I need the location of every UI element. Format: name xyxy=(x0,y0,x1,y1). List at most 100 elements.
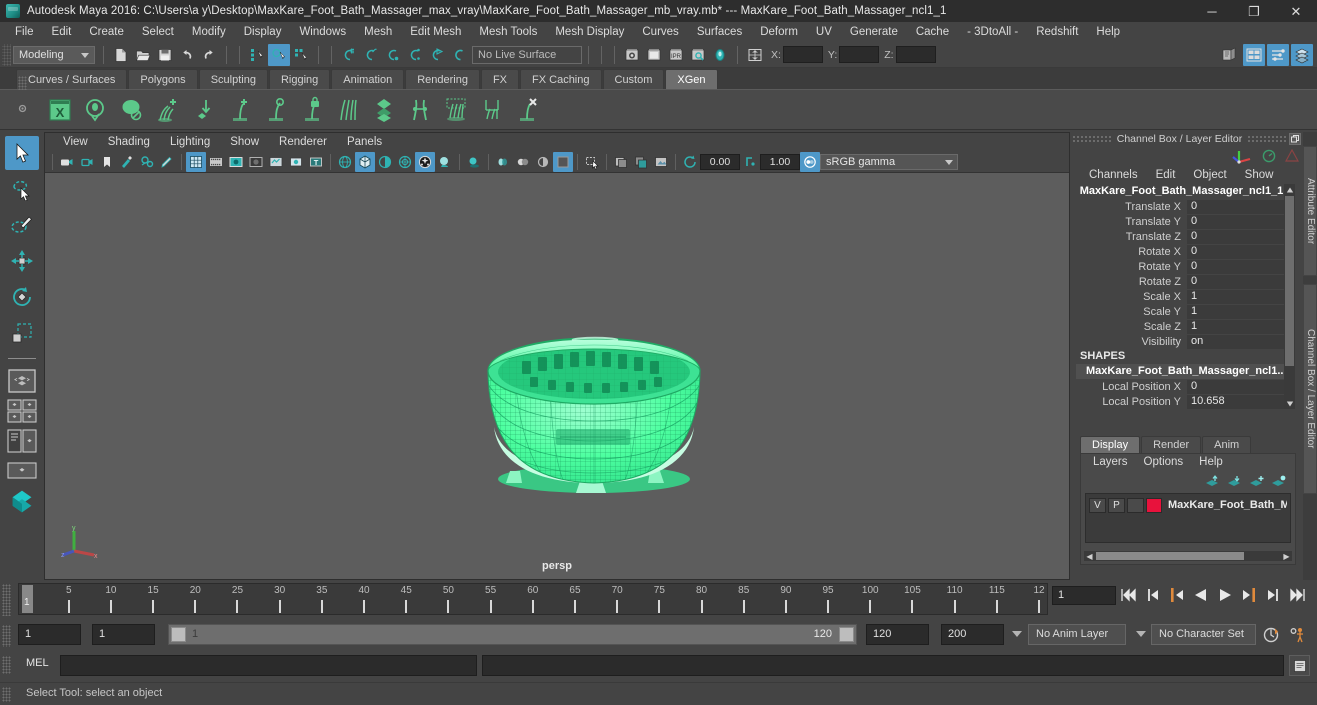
channel-row-scale-y[interactable]: Scale Y 1 xyxy=(1076,304,1287,319)
snap-to-grid-icon[interactable] xyxy=(338,44,360,66)
viewport-capture-icon[interactable] xyxy=(651,152,671,172)
step-forward-frame-icon[interactable] xyxy=(1238,584,1260,606)
anim-layer-selector[interactable]: No Anim Layer xyxy=(1028,624,1126,645)
menu-edit-mesh[interactable]: Edit Mesh xyxy=(401,22,470,42)
layer-tab-anim[interactable]: Anim xyxy=(1202,436,1252,453)
channel-box-menu-show[interactable]: Show xyxy=(1236,166,1283,184)
color-management-icon[interactable] xyxy=(800,151,820,172)
range-slider-grip[interactable] xyxy=(2,625,11,647)
warning-icon[interactable] xyxy=(1285,149,1299,163)
multisample-icon[interactable] xyxy=(513,152,533,172)
shelf-tab-fx[interactable]: FX xyxy=(480,69,520,89)
side-tab-channel-box[interactable]: Channel Box / Layer Editor xyxy=(1303,284,1317,494)
viewport-menu-panels[interactable]: Panels xyxy=(337,133,392,151)
layer-scroll-thumb[interactable] xyxy=(1096,552,1244,560)
camera-attributes-icon[interactable] xyxy=(77,152,97,172)
menu-uv[interactable]: UV xyxy=(807,22,841,42)
channel-row-local-position-x[interactable]: Local Position X 0 xyxy=(1076,379,1287,394)
channel-row-rotate-z[interactable]: Rotate Z 0 xyxy=(1076,274,1287,289)
command-line-grip[interactable] xyxy=(2,656,11,674)
viewport-menu-shading[interactable]: Shading xyxy=(98,133,160,151)
textured-icon[interactable] xyxy=(395,152,415,172)
rotate-tool[interactable] xyxy=(5,280,39,314)
xgen-add-grooming-icon[interactable] xyxy=(152,94,184,126)
toggle-tool-box-icon[interactable] xyxy=(1267,43,1289,66)
undo-icon[interactable] xyxy=(176,44,198,66)
channel-value[interactable]: 1 xyxy=(1187,289,1287,304)
menu-mesh[interactable]: Mesh xyxy=(355,22,401,42)
xgen-add-guide-icon[interactable] xyxy=(224,94,256,126)
paint-selection-tool[interactable] xyxy=(5,208,39,242)
menu-windows[interactable]: Windows xyxy=(290,22,355,42)
gamma-icon[interactable] xyxy=(740,152,760,172)
channel-box-scrollbar[interactable] xyxy=(1284,184,1295,409)
make-live-icon[interactable] xyxy=(448,44,470,66)
menu-create[interactable]: Create xyxy=(80,22,133,42)
channel-row-visibility[interactable]: Visibility on xyxy=(1076,334,1287,349)
menu-redshift[interactable]: Redshift xyxy=(1027,22,1087,42)
channel-box-menu-object[interactable]: Object xyxy=(1184,166,1235,184)
menu-display[interactable]: Display xyxy=(235,22,291,42)
channel-value[interactable]: 0 xyxy=(1187,379,1287,394)
xray-icon[interactable] xyxy=(286,152,306,172)
range-slider-bar[interactable]: 1 120 xyxy=(168,624,857,645)
manipulator-axis-icon[interactable] xyxy=(1231,148,1253,164)
menu-mesh-display[interactable]: Mesh Display xyxy=(546,22,633,42)
channel-box-menu-edit[interactable]: Edit xyxy=(1147,166,1185,184)
menu-select[interactable]: Select xyxy=(133,22,183,42)
screen-space-ao-icon[interactable] xyxy=(464,152,484,172)
toggle-channel-box-icon[interactable] xyxy=(1291,43,1313,66)
animation-preferences-icon[interactable] xyxy=(1286,624,1307,645)
viewport-canvas[interactable]: y x z persp xyxy=(45,173,1069,577)
shadows-icon[interactable] xyxy=(435,152,455,172)
shelf-tab-fx-caching[interactable]: FX Caching xyxy=(520,69,602,89)
channel-row-translate-z[interactable]: Translate Z 0 xyxy=(1076,229,1287,244)
help-line-grip[interactable] xyxy=(2,687,11,702)
range-end-time-field[interactable]: 120 xyxy=(866,624,929,645)
channel-box-menu-channels[interactable]: Channels xyxy=(1080,166,1147,184)
shelf-tab-xgen[interactable]: XGen xyxy=(665,69,718,89)
time-slider[interactable]: 1 5 10 15 20 25 30 35 40 45 50 55 60 65 70 75 80 85 90 95 1… xyxy=(18,583,1048,615)
menu-curves[interactable]: Curves xyxy=(633,22,687,42)
scroll-down-arrow-icon[interactable] xyxy=(1284,398,1295,409)
layer-tab-render[interactable]: Render xyxy=(1141,436,1202,453)
single-perspective-layout-icon[interactable] xyxy=(5,367,39,395)
move-tool[interactable] xyxy=(5,244,39,278)
viewport-menu-renderer[interactable]: Renderer xyxy=(269,133,337,151)
snap-to-curve-icon[interactable] xyxy=(360,44,382,66)
menu-deform[interactable]: Deform xyxy=(751,22,807,42)
time-slider-grip[interactable] xyxy=(2,584,11,616)
grease-pencil-icon[interactable] xyxy=(157,152,177,172)
shaded-wireframe-icon[interactable] xyxy=(375,152,395,172)
speedometer-icon[interactable] xyxy=(1261,148,1277,164)
use-all-lights-icon[interactable] xyxy=(415,151,435,172)
channel-row-local-position-y[interactable]: Local Position Y 10.658 xyxy=(1076,394,1287,409)
menuset-selector[interactable]: Modeling xyxy=(13,45,95,64)
redo-icon[interactable] xyxy=(198,44,220,66)
scale-tool[interactable] xyxy=(5,316,39,350)
channel-value[interactable]: 10.658 xyxy=(1187,394,1287,409)
character-set-chevron-down-icon[interactable] xyxy=(1136,631,1146,637)
toggle-attribute-editor-icon[interactable] xyxy=(1243,43,1265,66)
xgen-comb-icon[interactable] xyxy=(332,94,364,126)
persp-graph-layout-icon[interactable] xyxy=(5,457,39,485)
channel-box-scroll-thumb[interactable] xyxy=(1285,196,1294,366)
four-view-layout-icon[interactable] xyxy=(5,397,39,425)
xgen-editor-icon[interactable]: X xyxy=(44,94,76,126)
menu-generate[interactable]: Generate xyxy=(841,22,907,42)
layer-playback-toggle[interactable]: P xyxy=(1108,497,1125,513)
shelf-tab-polygons[interactable]: Polygons xyxy=(128,69,198,89)
resolution-gate-icon[interactable] xyxy=(226,152,246,172)
panel-drag-dots-right[interactable] xyxy=(1247,135,1287,143)
command-language-label[interactable]: MEL xyxy=(26,657,49,669)
menu-mesh-tools[interactable]: Mesh Tools xyxy=(470,22,546,42)
persp-outliner-layout-icon[interactable] xyxy=(5,427,39,455)
move-layer-down-icon[interactable] xyxy=(1227,475,1243,488)
layer-menu-help[interactable]: Help xyxy=(1191,454,1231,471)
gamma-field[interactable]: 1.00 xyxy=(760,153,800,170)
xgen-delete-guide-icon[interactable] xyxy=(512,94,544,126)
hypershade-icon[interactable] xyxy=(709,44,731,66)
panel-drag-dots-left[interactable] xyxy=(1072,135,1112,143)
step-back-frame-icon[interactable] xyxy=(1166,584,1188,606)
xray-joints-icon[interactable] xyxy=(266,152,286,172)
